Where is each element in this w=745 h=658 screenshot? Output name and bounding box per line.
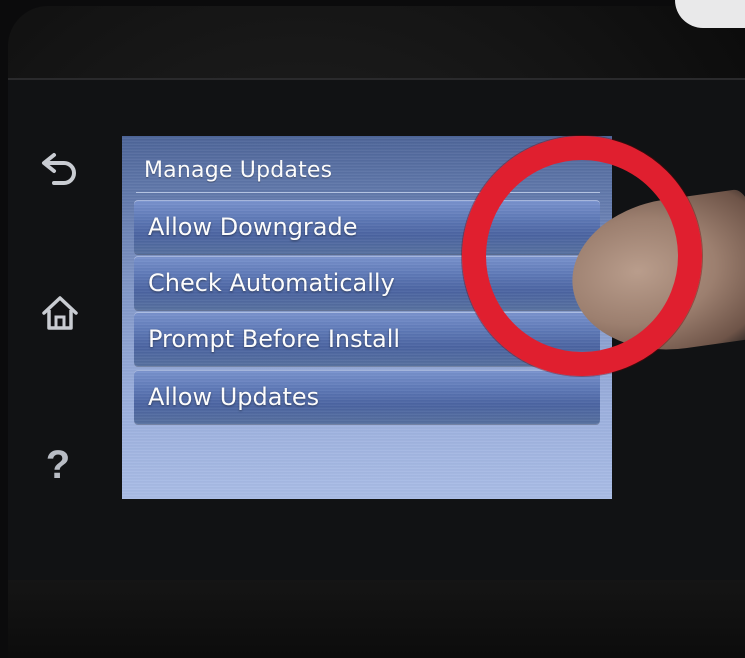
screen-title: Manage Updates <box>144 158 333 183</box>
printer-lower-edge <box>8 580 745 658</box>
menu-item-allow-updates[interactable]: Allow Updates <box>134 370 600 424</box>
help-question-icon: ? <box>45 442 71 487</box>
home-icon <box>42 296 78 330</box>
back-arrow-icon <box>42 153 76 185</box>
highlight-circle-annotation <box>462 136 702 376</box>
menu-item-label: Check Automatically <box>148 269 395 297</box>
menu-item-label: Allow Updates <box>148 383 320 411</box>
menu-item-label: Allow Downgrade <box>148 213 358 241</box>
help-button[interactable]: ? <box>38 442 78 488</box>
back-button[interactable] <box>38 148 82 188</box>
menu-item-label: Prompt Before Install <box>148 325 401 353</box>
home-button[interactable] <box>40 292 80 334</box>
